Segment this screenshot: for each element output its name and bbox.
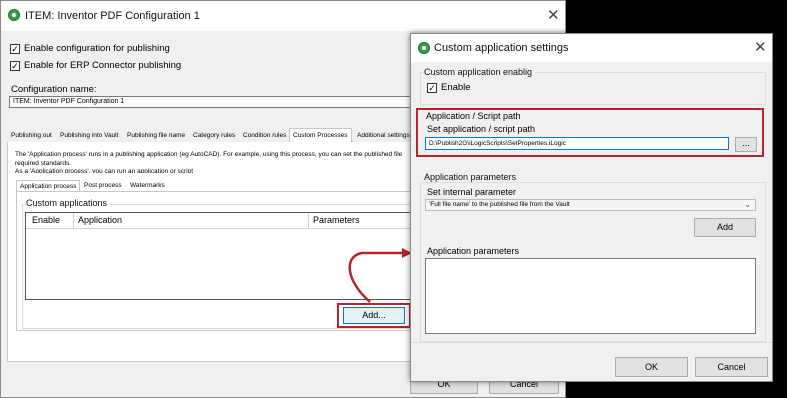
enable-erp-label: Enable for ERP Connector publishing	[24, 60, 182, 71]
internal-parameter-select[interactable]: 'Full file name' to the published file f…	[425, 199, 756, 211]
tab-additional-settings[interactable]: Additional settings	[353, 128, 414, 142]
tab-category-rules[interactable]: Category rules	[189, 128, 240, 142]
enable-checkbox[interactable]: ✓	[427, 83, 437, 93]
app-params-textarea[interactable]	[425, 258, 756, 334]
path-label: Set application / script path	[427, 124, 536, 134]
custom-app-dialog: Custom application settings ✕ Custom app…	[410, 33, 773, 382]
enable-publishing-checkbox[interactable]: ✓	[10, 44, 20, 54]
gear-icon	[8, 9, 20, 21]
path-input[interactable]: D:\Publish2G\iLogicScripts\SetProperties…	[425, 137, 729, 150]
close-icon[interactable]: ✕	[547, 6, 560, 24]
chevron-down-icon: ⌄	[744, 200, 751, 209]
dialog-title: Custom application settings	[434, 42, 569, 54]
tab-publishing-into-vault[interactable]: Publishing into Vault	[56, 128, 123, 142]
browse-button[interactable]: ...	[735, 137, 757, 152]
description-line-1: The 'Application process' runs in a publ…	[15, 151, 403, 158]
config-name-label: Configuration name:	[11, 84, 97, 95]
internal-parameter-label: Set internal parameter	[427, 187, 517, 197]
main-titlebar: ITEM: Inventor PDF Configuration 1 ✕	[1, 1, 565, 31]
dialog-ok-button[interactable]: OK	[615, 357, 688, 377]
gear-icon	[418, 42, 430, 54]
dialog-cancel-button[interactable]: Cancel	[695, 357, 768, 377]
tab-publishing-out[interactable]: Publishing out	[7, 128, 56, 142]
params-group-label: Application parameters	[424, 172, 520, 182]
internal-parameter-value: 'Full file name' to the published file f…	[429, 201, 570, 208]
annotation-arrow	[348, 248, 412, 303]
main-title: ITEM: Inventor PDF Configuration 1	[25, 10, 200, 22]
description-line-3: As a 'Application process', you can run …	[15, 168, 194, 173]
enable-label: Enable	[441, 82, 471, 93]
tab-condition-rules[interactable]: Condition rules	[239, 128, 291, 142]
close-icon[interactable]: ✕	[754, 38, 767, 56]
column-parameters[interactable]: Parameters	[313, 215, 360, 225]
tab-custom-processes[interactable]: Custom Processes	[289, 128, 352, 142]
column-divider	[308, 213, 309, 228]
config-name-field[interactable]: ITEM: Inventor PDF Configuration 1	[9, 96, 419, 108]
table-header: Enable Application Parameters	[26, 213, 411, 229]
path-group-label: Application / Script path	[426, 111, 521, 121]
enable-erp-checkbox[interactable]: ✓	[10, 61, 20, 71]
tab-publishing-file-name[interactable]: Publishing file name	[123, 128, 190, 142]
column-divider	[73, 213, 74, 228]
description-line-2: required standards.	[15, 160, 72, 167]
app-params-label: Application parameters	[427, 246, 520, 256]
column-application[interactable]: Application	[78, 215, 122, 225]
enable-publishing-label: Enable configuration for publishing	[24, 43, 170, 54]
custom-applications-label: Custom applications	[26, 198, 111, 208]
enabling-group-label: Custom application enablig	[424, 67, 536, 77]
column-enable[interactable]: Enable	[32, 215, 60, 225]
dialog-titlebar: Custom application settings ✕	[411, 34, 772, 62]
dialog-add-button[interactable]: Add	[694, 218, 756, 237]
